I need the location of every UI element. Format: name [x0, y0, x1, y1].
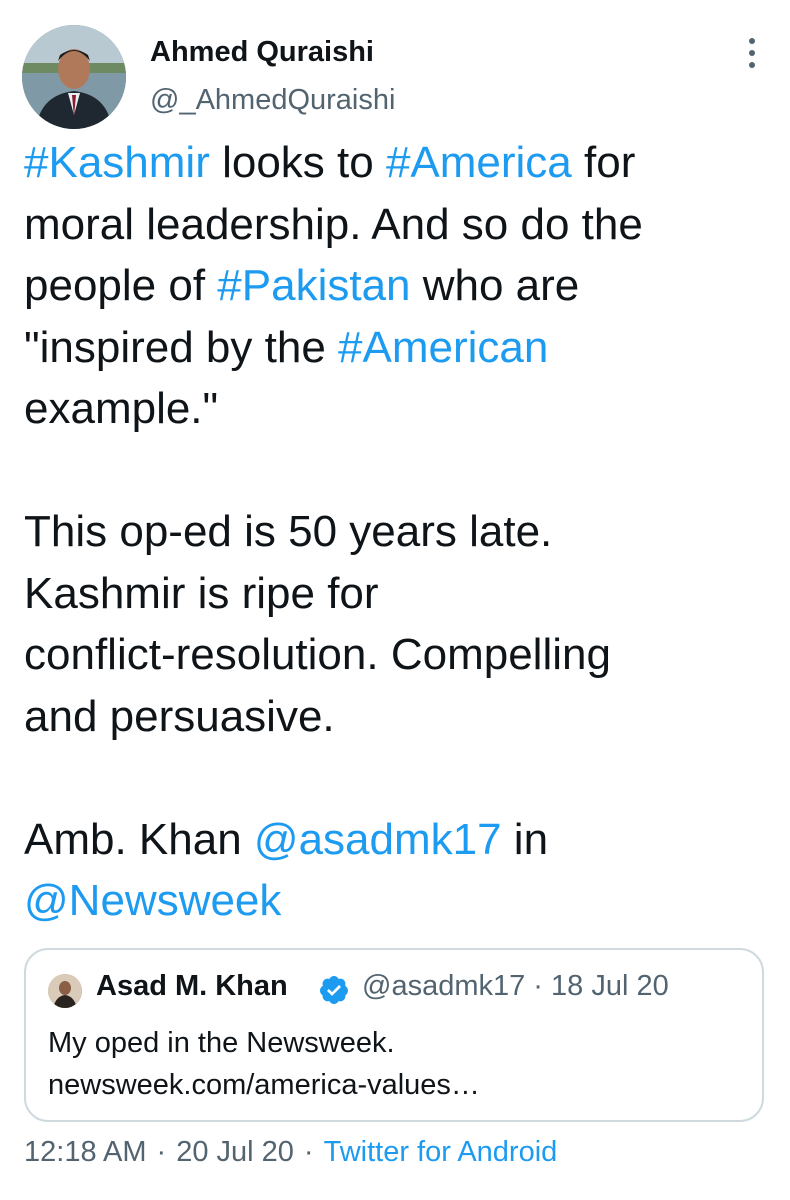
hashtag-american[interactable]: #American: [338, 323, 548, 372]
tweet-source[interactable]: Twitter for Android: [324, 1136, 558, 1168]
tweet-footer: 12:18 AM · 20 Jul 20 · Twitter for Android: [24, 1136, 557, 1169]
quoted-tweet-line: My oped in the Newsweek.: [48, 1027, 395, 1059]
tweet-text: #Kashmir looks to #America for moral lea…: [24, 132, 764, 932]
quoted-author-name: Asad M. Khan: [96, 970, 288, 1002]
tweet-text-segment: in: [513, 814, 549, 864]
mention-asadmk17[interactable]: @asadmk17: [254, 815, 502, 864]
tweet-date[interactable]: 20 Jul 20: [176, 1136, 294, 1168]
tweet-text-segment: looks to: [209, 138, 386, 187]
more-vertical-icon[interactable]: [740, 38, 764, 78]
author-handle[interactable]: @_AhmedQuraishi: [150, 84, 395, 117]
author-name[interactable]: Ahmed Quraishi: [150, 36, 374, 69]
hashtag-kashmir[interactable]: #Kashmir: [24, 138, 210, 187]
hashtag-pakistan[interactable]: #Pakistan: [217, 261, 410, 310]
quoted-tweet-text: My oped in the Newsweek. newsweek.com/am…: [48, 1022, 748, 1106]
tweet-time[interactable]: 12:18 AM: [24, 1136, 147, 1168]
mention-newsweek[interactable]: @Newsweek: [24, 876, 281, 925]
quoted-tweet-link[interactable]: newsweek.com/america-values…: [48, 1064, 748, 1106]
separator: ·: [303, 1136, 314, 1168]
tweet: Ahmed Quraishi @_AhmedQuraishi #Kashmir …: [0, 0, 790, 1200]
separator: ·: [156, 1136, 167, 1168]
hashtag-america[interactable]: #America: [386, 138, 572, 187]
verified-badge-icon: [318, 974, 350, 1006]
quoted-author-avatar: [48, 974, 82, 1008]
author-avatar[interactable]: [22, 25, 126, 129]
quoted-tweet-meta: @asadmk17 · 18 Jul 20: [362, 970, 669, 1002]
tweet-text-segment: example." This op-ed is 50 years late. K…: [24, 384, 611, 864]
quoted-tweet-card[interactable]: Asad M. Khan @asadmk17 · 18 Jul 20 My op…: [24, 948, 764, 1122]
